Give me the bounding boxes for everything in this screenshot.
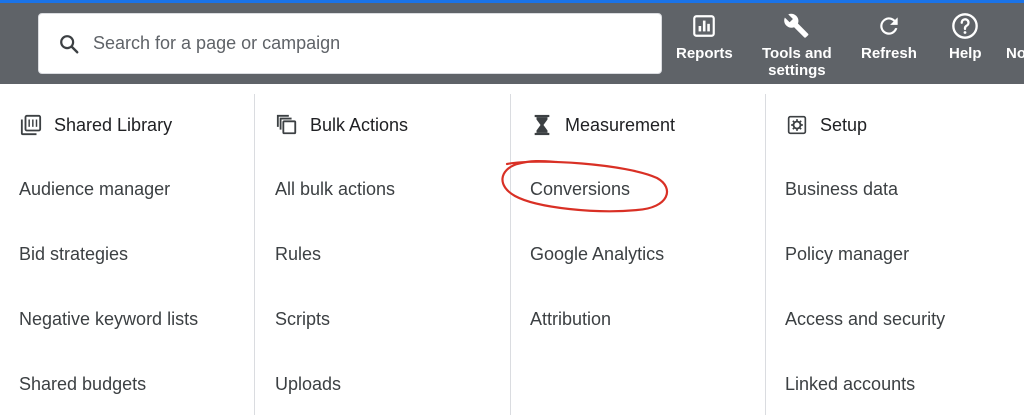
column-heading: Bulk Actions (276, 114, 408, 136)
column-heading: Shared Library (20, 114, 172, 136)
reports-icon (689, 11, 719, 41)
wrench-icon (782, 11, 812, 41)
column-title: Bulk Actions (310, 114, 409, 135)
menu-item-access-and-security[interactable]: Access and security (785, 309, 945, 330)
menu-item-rules[interactable]: Rules (275, 244, 321, 265)
reports-label: Reports (676, 45, 733, 62)
column-measurement: Measurement Conversions Google Analytics… (511, 94, 766, 415)
library-icon (20, 114, 42, 136)
column-heading: Measurement (531, 114, 675, 136)
bulk-actions-icon (276, 114, 298, 136)
search-box[interactable] (38, 13, 662, 74)
refresh-label: Refresh (861, 45, 917, 62)
hourglass-icon (531, 114, 553, 136)
menu-item-google-analytics[interactable]: Google Analytics (530, 244, 664, 265)
refresh-icon (874, 11, 904, 41)
tools-and-settings-button[interactable]: Tools and settings (762, 11, 832, 79)
menu-item-business-data[interactable]: Business data (785, 179, 898, 200)
menu-item-policy-manager[interactable]: Policy manager (785, 244, 909, 265)
reports-button[interactable]: Reports (676, 11, 733, 62)
search-input[interactable] (93, 28, 633, 59)
menu-item-scripts[interactable]: Scripts (275, 309, 330, 330)
menu-item-linked-accounts[interactable]: Linked accounts (785, 374, 915, 395)
column-bulk-actions: Bulk Actions All bulk actions Rules Scri… (256, 94, 511, 415)
notifications-label: No (1006, 45, 1024, 62)
help-icon (950, 11, 980, 41)
search-icon (57, 32, 81, 56)
column-heading: Setup (786, 114, 867, 136)
setup-icon (786, 114, 808, 136)
menu-item-shared-budgets[interactable]: Shared budgets (19, 374, 146, 395)
top-bar: Reports Tools and settings Refresh Help … (0, 0, 1024, 84)
column-title: Shared Library (54, 114, 173, 135)
column-shared-library: Shared Library Audience manager Bid stra… (0, 94, 255, 415)
help-button[interactable]: Help (949, 11, 982, 62)
menu-item-attribution[interactable]: Attribution (530, 309, 611, 330)
tools-and-settings-label: Tools and settings (762, 45, 832, 79)
menu-item-all-bulk-actions[interactable]: All bulk actions (275, 179, 395, 200)
column-title: Setup (820, 114, 868, 135)
menu-item-negative-keyword-lists[interactable]: Negative keyword lists (19, 309, 198, 330)
menu-item-audience-manager[interactable]: Audience manager (19, 179, 170, 200)
column-setup: Setup Business data Policy manager Acces… (766, 94, 1021, 415)
bell-icon (1006, 11, 1024, 41)
column-title: Measurement (565, 114, 676, 135)
tools-menu: Shared Library Audience manager Bid stra… (0, 84, 1024, 415)
menu-item-bid-strategies[interactable]: Bid strategies (19, 244, 128, 265)
menu-item-uploads[interactable]: Uploads (275, 374, 341, 395)
notifications-button[interactable]: No (1006, 11, 1024, 62)
refresh-button[interactable]: Refresh (861, 11, 917, 62)
menu-item-conversions[interactable]: Conversions (530, 179, 630, 200)
help-label: Help (949, 45, 982, 62)
